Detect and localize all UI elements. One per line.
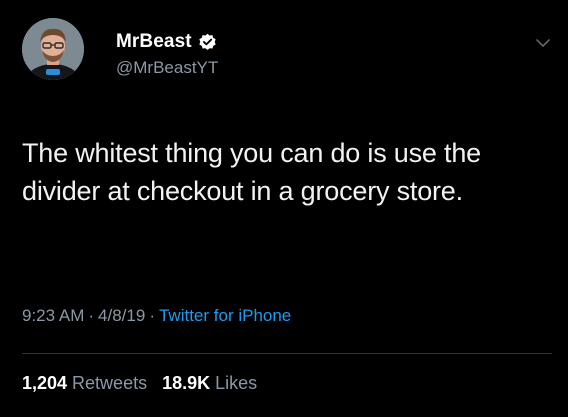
likes-stat[interactable]: 18.9K Likes — [162, 373, 257, 394]
author-handle[interactable]: @MrBeastYT — [116, 58, 218, 78]
tweet-header: MrBeast @MrBeastYT — [22, 18, 552, 82]
retweets-label: Retweets — [72, 373, 148, 393]
tweet-card: MrBeast @MrBeastYT The whitest thing you… — [0, 0, 568, 417]
author-names: MrBeast @MrBeastYT — [116, 30, 218, 78]
verified-badge-icon — [198, 33, 217, 52]
retweets-stat[interactable]: 1,204 Retweets — [22, 373, 147, 394]
tweet-source-link[interactable]: Twitter for iPhone — [159, 306, 291, 325]
display-name-row: MrBeast — [116, 30, 218, 54]
tweet-meta: 9:23 AM · 4/8/19 · Twitter for iPhone — [22, 306, 291, 326]
tweet-time[interactable]: 9:23 AM — [22, 306, 84, 325]
retweets-count: 1,204 — [22, 373, 68, 393]
likes-label: Likes — [215, 373, 258, 393]
tweet-text: The whitest thing you can do is use the … — [22, 138, 481, 206]
chevron-down-icon[interactable] — [532, 32, 554, 54]
tweet-date[interactable]: 4/8/19 — [98, 306, 145, 325]
tweet-stats: 1,204 Retweets 18.9K Likes — [22, 373, 267, 394]
divider — [22, 353, 552, 354]
avatar[interactable] — [22, 18, 84, 80]
meta-separator: · — [149, 306, 155, 325]
avatar-image — [22, 18, 84, 80]
display-name[interactable]: MrBeast — [116, 31, 192, 53]
likes-count: 18.9K — [162, 373, 211, 393]
meta-separator: · — [88, 306, 95, 325]
